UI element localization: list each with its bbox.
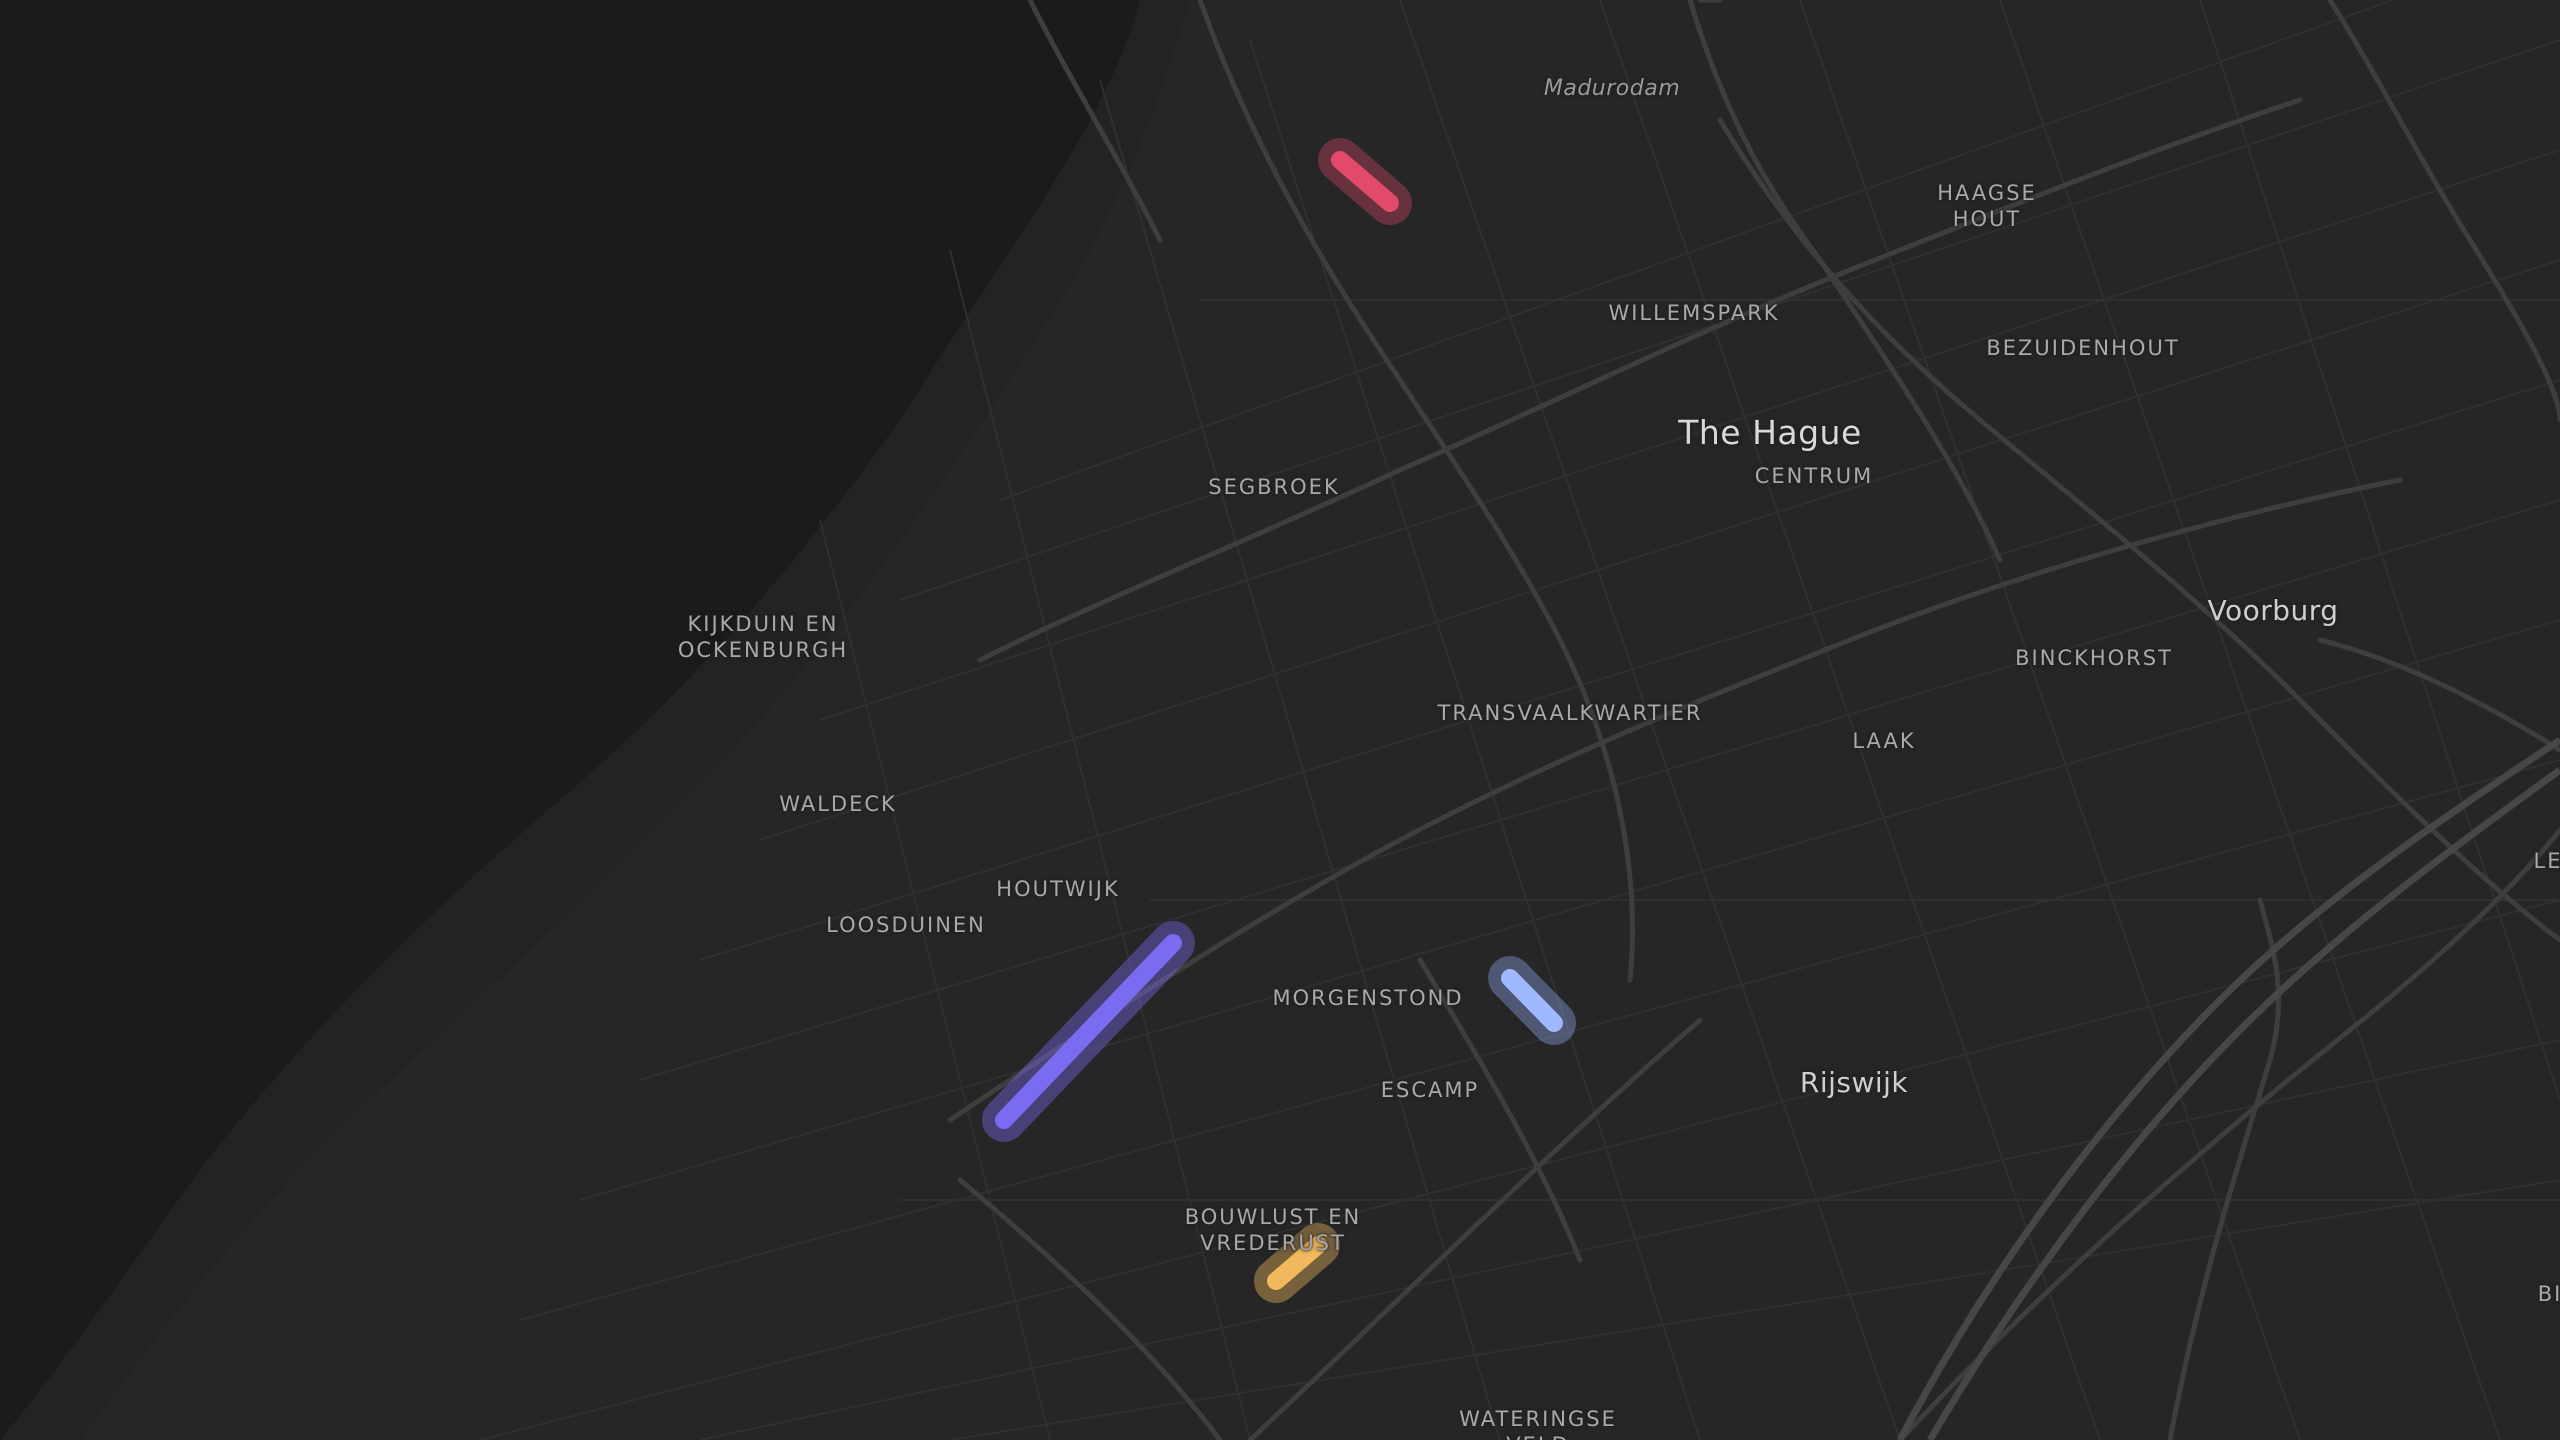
town-label-rijswijk: Rijswijk — [1799, 1066, 1909, 1099]
district-label-wateringse-veld: WATERINGSE VELD — [1459, 1407, 1617, 1440]
district-label-centrum: CENTRUM — [1754, 464, 1874, 488]
town-label-voorburg: Voorburg — [2207, 594, 2339, 627]
district-label-willemspark: WILLEMSPARK — [1608, 301, 1780, 325]
district-label-haagse-hout: HAAGSE HOUT — [1937, 181, 2037, 231]
district-label-escamp: ESCAMP — [1380, 1078, 1480, 1102]
district-label-kijkduin: KIJKDUIN EN OCKENBURGH — [677, 612, 849, 662]
district-label-segbroek: SEGBROEK — [1208, 475, 1340, 499]
district-label-loosduinen: LOOSDUINEN — [826, 913, 986, 937]
district-label-morgenstond: MORGENSTOND — [1272, 986, 1464, 1010]
district-label-waldeck: WALDECK — [779, 792, 897, 816]
district-label-transvaalkwartier: TRANSVAALKWARTIER — [1437, 701, 1703, 725]
district-label-binckhorst: BINCKHORST — [2015, 646, 2173, 670]
district-label-laak: LAAK — [1852, 729, 1916, 753]
edge-label-bi: BI — [2537, 1282, 2560, 1306]
district-label-bouwlust: BOUWLUST EN VREDERUST — [1184, 1205, 1362, 1255]
edge-label-le: LE — [2533, 849, 2560, 873]
route-blue[interactable] — [1488, 956, 1576, 1045]
route-purple[interactable] — [982, 921, 1195, 1142]
district-label-bezuidenhout: BEZUIDENHOUT — [1986, 336, 2180, 360]
district-label-houtwijk: HOUTWIJK — [996, 877, 1120, 901]
poi-label-madurodam: Madurodam — [1543, 76, 1681, 101]
map-canvas[interactable]: Madurodam HAAGSE HOUT WILLEMSPARK BEZUID… — [0, 0, 2560, 1440]
city-label-the-hague: The Hague — [1678, 413, 1862, 452]
route-red[interactable] — [1318, 138, 1412, 225]
